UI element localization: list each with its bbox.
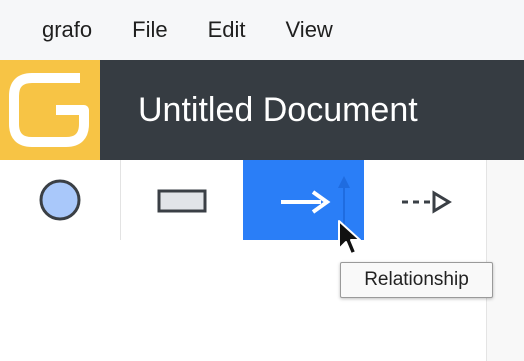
menu-edit[interactable]: Edit bbox=[208, 17, 246, 43]
tool-palette bbox=[0, 160, 486, 240]
tooltip: Relationship bbox=[340, 262, 493, 298]
rectangle-icon bbox=[157, 189, 207, 213]
circle-node-icon bbox=[39, 179, 81, 221]
app-logo bbox=[0, 60, 100, 160]
mouse-pointer-icon bbox=[338, 220, 361, 255]
menu-app-grafo[interactable]: grafo bbox=[42, 17, 92, 43]
document-title[interactable]: Untitled Document bbox=[138, 60, 418, 160]
grafo-logo-icon bbox=[9, 73, 89, 147]
dashed-arrow-icon bbox=[402, 190, 452, 214]
dashed-relationship-tool-button[interactable] bbox=[364, 160, 486, 240]
app-header: Untitled Document bbox=[0, 60, 524, 160]
menu-file[interactable]: File bbox=[132, 17, 167, 43]
menu-bar: grafo File Edit View bbox=[0, 0, 524, 60]
rectangle-tool-button[interactable] bbox=[121, 160, 243, 240]
menu-view[interactable]: View bbox=[286, 17, 333, 43]
sidebar-edge bbox=[486, 160, 524, 361]
node-tool-button[interactable] bbox=[0, 160, 121, 240]
